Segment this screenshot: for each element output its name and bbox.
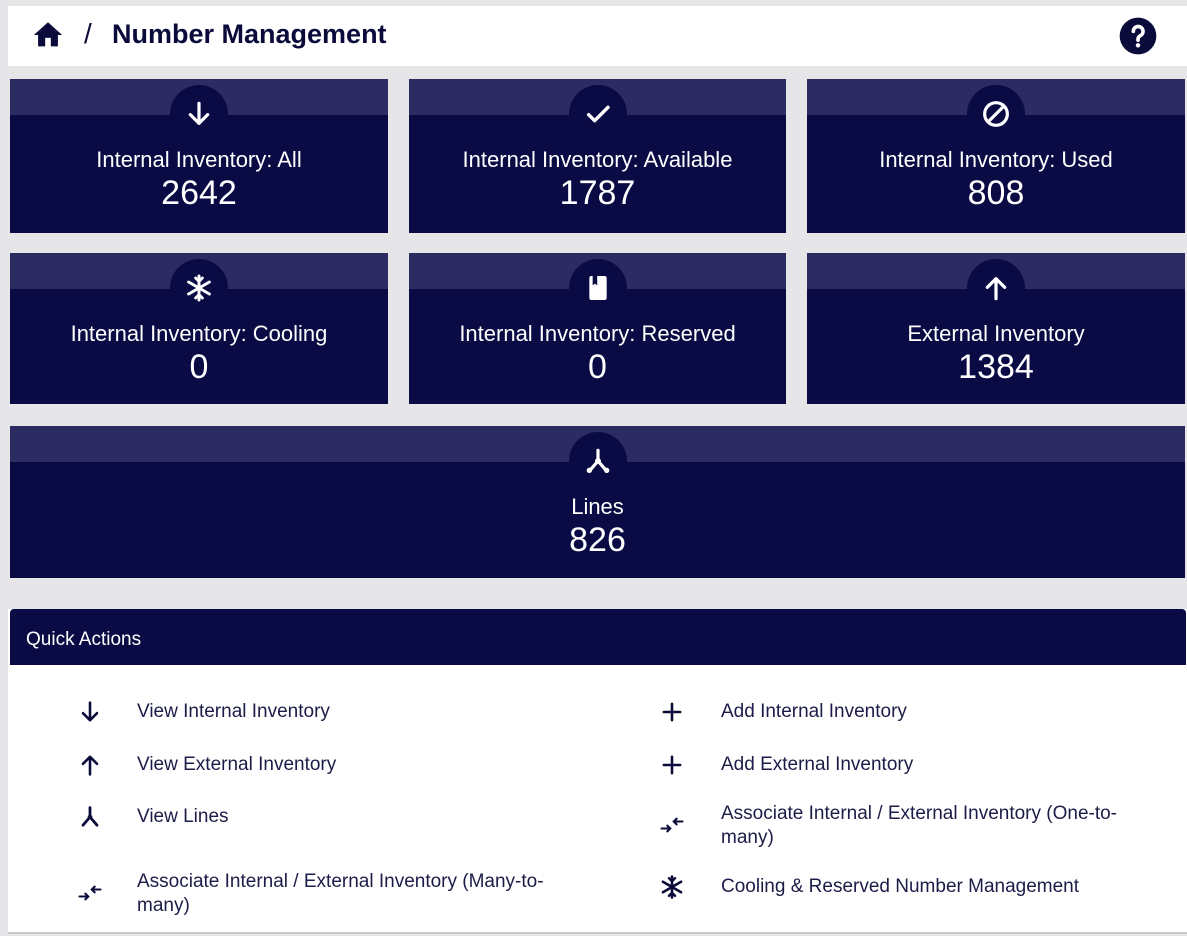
arrow-up-icon	[81, 755, 99, 776]
qa-label: View External Inventory	[137, 754, 337, 775]
arrow-up-icon	[985, 277, 1007, 301]
qa-add-external-inventory[interactable]: Add External Inventory	[652, 749, 1172, 781]
qa-label: Associate Internal / External Inventory …	[721, 803, 1118, 848]
card-label: External Inventory	[907, 321, 1085, 346]
snowflake-icon	[661, 875, 683, 899]
card-internal-cooling[interactable]: Internal Inventory: Cooling 0	[10, 253, 388, 404]
card-internal-reserved[interactable]: Internal Inventory: Reserved 0	[409, 253, 786, 404]
card-value: 826	[569, 521, 626, 559]
breadcrumb-separator: /	[84, 18, 92, 49]
qa-associate-many-to-many[interactable]: Associate Internal / External Inventory …	[68, 866, 588, 920]
card-label: Internal Inventory: Cooling	[70, 321, 328, 346]
plus-icon	[662, 755, 682, 775]
quick-actions-header: Quick Actions	[10, 609, 1186, 665]
card-icon-badge	[967, 85, 1025, 143]
card-icon-badge	[568, 432, 627, 490]
card-internal-used[interactable]: Internal Inventory: Used 808	[807, 79, 1185, 233]
card-value: 0	[588, 348, 607, 386]
card-label: Internal Inventory: Reserved	[459, 321, 736, 346]
card-label: Internal Inventory: All	[96, 147, 302, 172]
bookmark-icon	[588, 276, 607, 300]
qa-view-internal-inventory[interactable]: View Internal Inventory	[68, 696, 588, 728]
associate-icon	[660, 817, 684, 833]
card-value: 808	[967, 174, 1025, 212]
card-internal-available[interactable]: Internal Inventory: Available 1787	[409, 79, 786, 233]
check-icon	[586, 105, 610, 123]
plus-icon	[662, 702, 682, 722]
lines-merge-icon	[81, 806, 99, 827]
card-external-inventory[interactable]: External Inventory 1384	[807, 253, 1185, 404]
qa-add-internal-inventory[interactable]: Add Internal Inventory	[652, 696, 1172, 728]
page-header: / Number Management	[8, 6, 1187, 66]
qa-cooling-reserved-management[interactable]: Cooling & Reserved Number Management	[652, 871, 1172, 903]
lines-merge-icon	[586, 448, 609, 473]
card-label: Internal Inventory: Available	[462, 147, 733, 172]
card-lines[interactable]: Lines 826	[10, 426, 1185, 578]
qa-associate-one-to-many[interactable]: Associate Internal / External Inventory …	[652, 798, 1172, 852]
qa-label: Add External Inventory	[721, 754, 914, 775]
qa-view-lines[interactable]: View Lines	[68, 801, 588, 833]
card-icon-badge	[170, 259, 228, 317]
card-value: 1384	[958, 348, 1034, 386]
card-value: 1787	[559, 174, 636, 212]
associate-icon	[78, 885, 102, 901]
page-frame: / Number Management Internal Inventory: …	[8, 6, 1187, 934]
arrow-down-icon	[188, 101, 210, 125]
qa-label: Cooling & Reserved Number Management	[721, 876, 1080, 897]
bottom-divider	[8, 932, 1187, 934]
snowflake-icon	[187, 274, 211, 302]
qa-label: View Lines	[137, 806, 229, 827]
quick-actions-title: Quick Actions	[26, 629, 142, 650]
qa-view-external-inventory[interactable]: View External Inventory	[68, 749, 588, 781]
page-title: Number Management	[112, 19, 387, 49]
qa-label: View Internal Inventory	[137, 701, 330, 722]
card-internal-all[interactable]: Internal Inventory: All 2642	[10, 79, 388, 233]
card-label: Internal Inventory: Used	[879, 147, 1113, 172]
home-icon[interactable]	[28, 18, 68, 52]
card-value: 2642	[161, 174, 237, 212]
qa-label: Associate Internal / External Inventory …	[137, 871, 544, 916]
card-icon-badge	[568, 259, 627, 317]
card-icon-badge	[170, 85, 228, 143]
card-label: Lines	[571, 494, 624, 519]
help-icon[interactable]	[1118, 16, 1158, 56]
card-value: 0	[189, 348, 209, 386]
card-icon-badge	[568, 85, 627, 143]
block-icon	[983, 101, 1009, 127]
arrow-down-icon	[81, 701, 99, 722]
card-icon-badge	[967, 259, 1025, 317]
qa-label: Add Internal Inventory	[721, 701, 907, 722]
